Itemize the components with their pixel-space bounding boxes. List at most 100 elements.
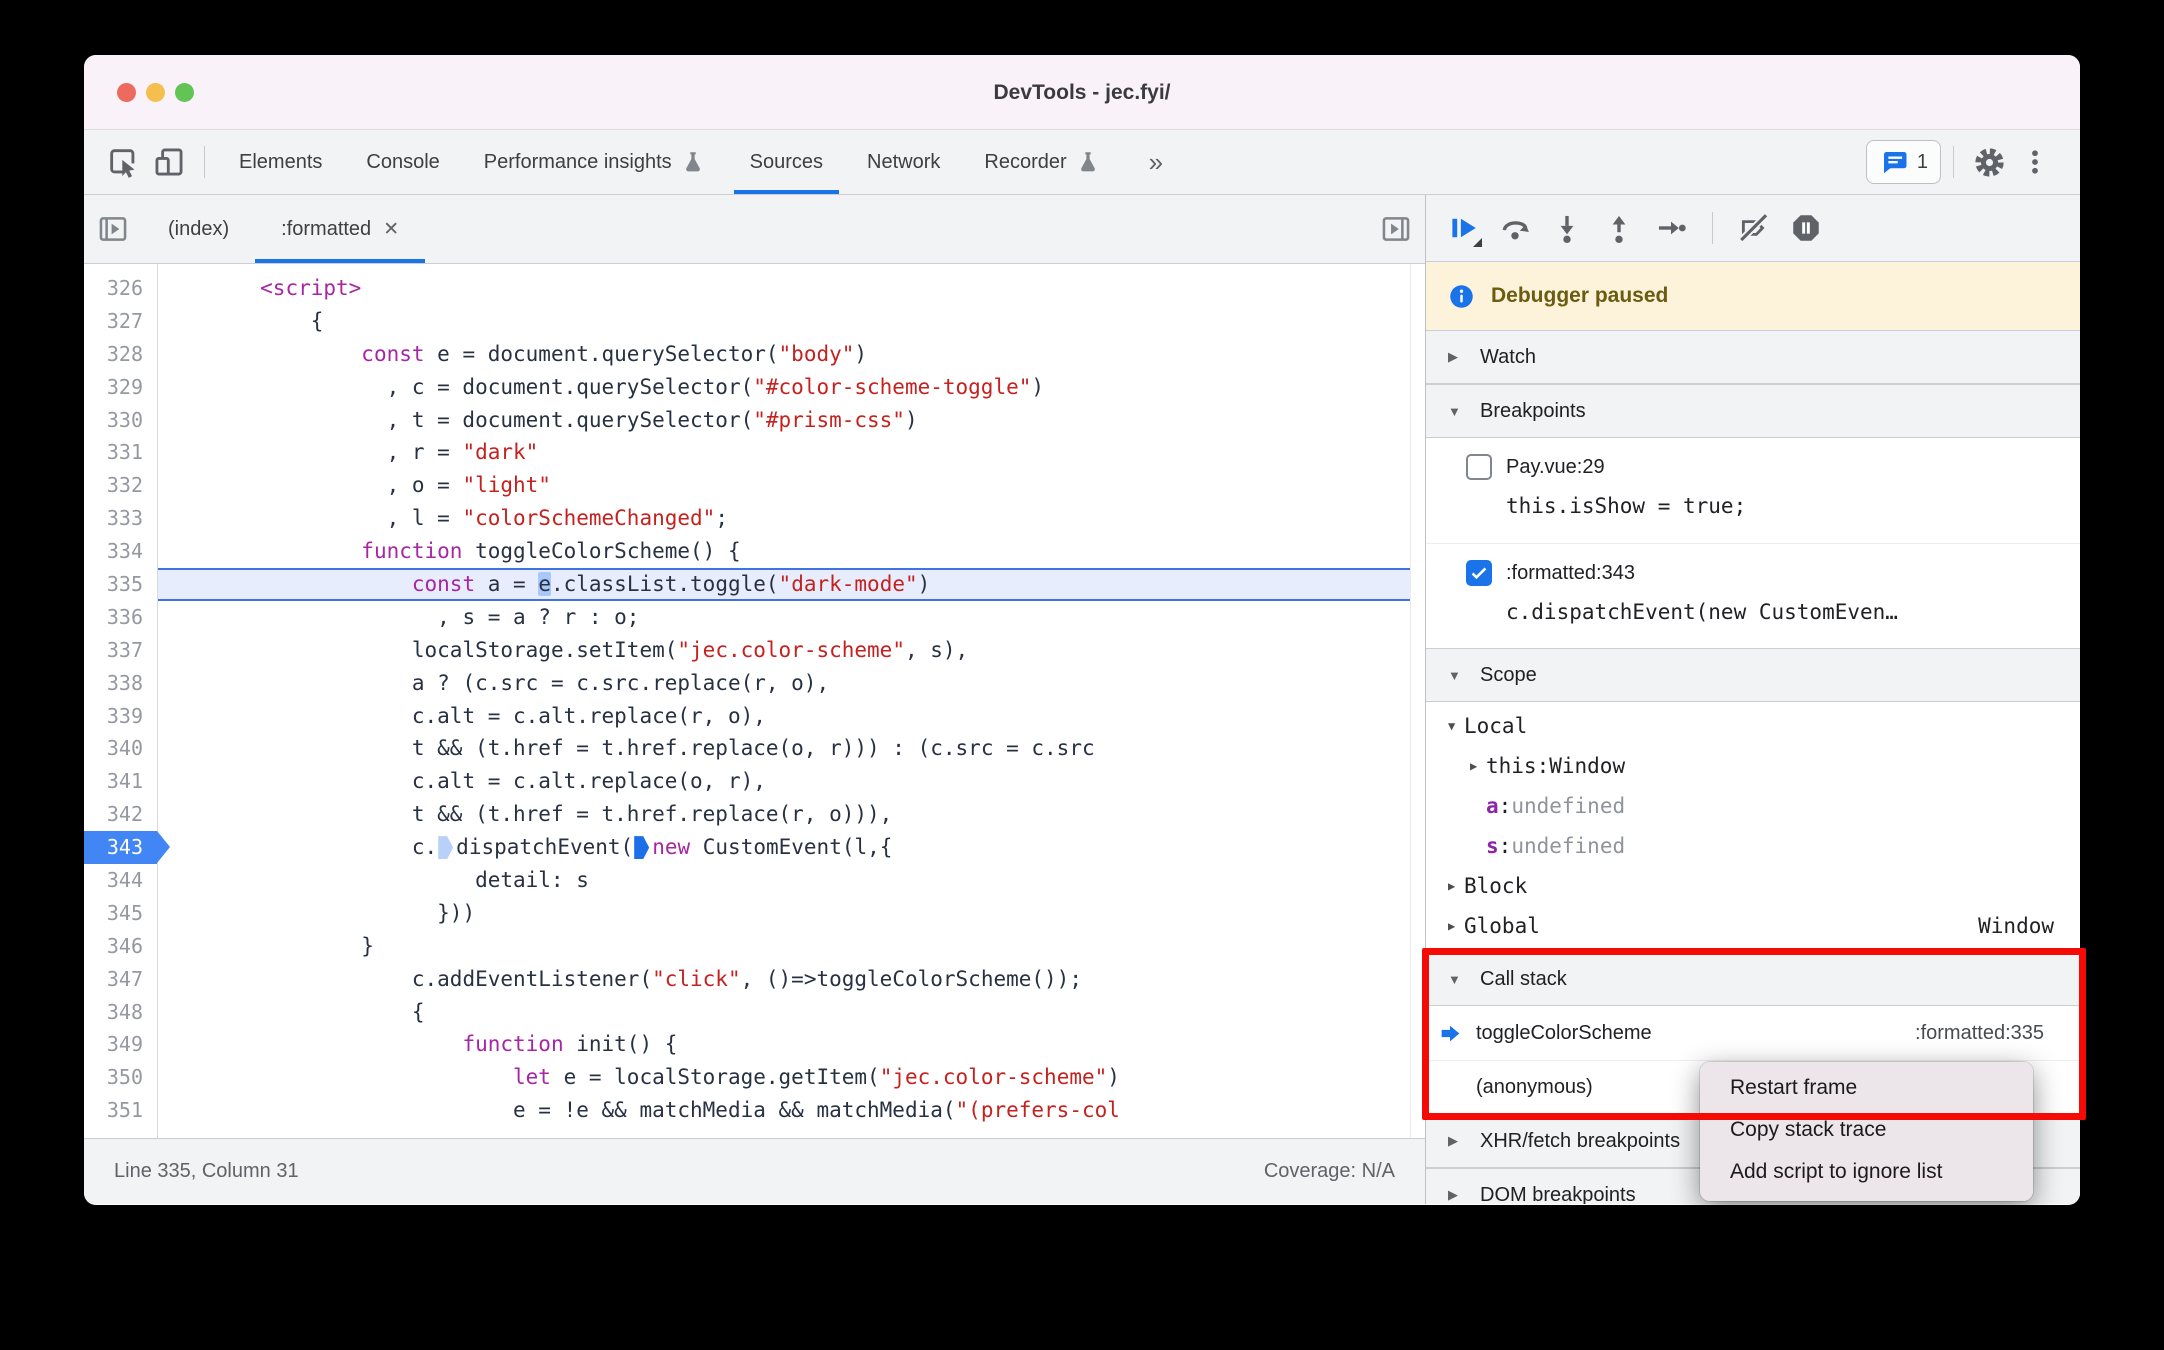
section-scope[interactable]: ▼ Scope <box>1426 648 2080 702</box>
section-watch[interactable]: ▶ Watch <box>1426 330 2080 384</box>
line-number[interactable]: 350 <box>84 1061 157 1094</box>
more-tabs-button[interactable]: » <box>1123 147 1189 178</box>
line-number[interactable]: 346 <box>84 930 157 963</box>
active-step-location-marker-icon[interactable] <box>634 836 650 860</box>
line-number[interactable]: 334 <box>84 535 157 568</box>
code-line-341: 341 c.alt = c.alt.replace(o, r), <box>84 765 1410 798</box>
code-line-351: 351 e = !e && matchMedia && matchMedia("… <box>84 1094 1410 1127</box>
line-number[interactable]: 344 <box>84 864 157 897</box>
menu-item-restart-frame[interactable]: Restart frame <box>1700 1067 2033 1109</box>
line-number[interactable]: 345 <box>84 897 157 930</box>
scope-row-s[interactable]: s: undefined <box>1426 826 2080 866</box>
line-number[interactable]: 331 <box>84 436 157 469</box>
pause-on-exceptions-button[interactable] <box>1783 205 1829 251</box>
tab-recorder[interactable]: Recorder <box>962 130 1122 194</box>
line-number[interactable]: 330 <box>84 404 157 437</box>
close-tab-icon[interactable]: ✕ <box>383 218 399 241</box>
breakpoint-checkbox[interactable] <box>1466 560 1492 586</box>
section-breakpoints[interactable]: ▼ Breakpoints <box>1426 384 2080 438</box>
chevron-down-icon: ▼ <box>1448 667 1461 683</box>
section-label: Breakpoints <box>1480 399 1586 422</box>
line-number[interactable]: 326 <box>84 272 157 305</box>
step-icon <box>1658 221 1686 235</box>
toggle-debugger-sidebar-button[interactable] <box>1367 195 1425 263</box>
settings-button[interactable] <box>1966 139 2012 185</box>
menu-item-copy-stack-trace[interactable]: Copy stack trace <box>1700 1109 2033 1151</box>
devtools-window: DevTools - jec.fyi/ Elements Console Perfo… <box>84 55 2080 1205</box>
file-tab-index[interactable]: (index) <box>142 195 255 263</box>
code-lines: 326 <script> 327 {328 const e = document.… <box>84 264 1410 1138</box>
tab-elements[interactable]: Elements <box>217 130 344 194</box>
scope-row-a[interactable]: a: undefined <box>1426 786 2080 826</box>
tab-performance-insights[interactable]: Performance insights <box>462 130 728 194</box>
line-number[interactable]: 333 <box>84 502 157 535</box>
scope-name: Local <box>1464 714 1528 738</box>
call-stack-frame[interactable]: toggleColorScheme:formatted:335 <box>1426 1006 2080 1060</box>
code-line-content: t && (t.href = t.href.replace(r, o))), <box>411 802 893 827</box>
line-number[interactable]: 342 <box>84 798 157 831</box>
toggle-navigator-sidebar-button[interactable] <box>84 195 142 263</box>
breakpoint-item[interactable]: Pay.vue:29 this.isShow = true; <box>1426 438 2080 543</box>
step-button[interactable] <box>1648 205 1694 251</box>
step-location-marker-icon[interactable] <box>438 836 454 860</box>
step-out-button[interactable] <box>1596 205 1642 251</box>
menu-item-add-script-to-ignore-list[interactable]: Add script to ignore list <box>1700 1151 2033 1193</box>
line-number[interactable]: 340 <box>84 732 157 765</box>
section-label: Call stack <box>1480 967 1567 990</box>
debugger-sidebar: Debugger paused ▶ Watch ▼ Breakpoints Pa… <box>1425 195 2080 1204</box>
code-line-344: 344 detail: s <box>84 864 1410 897</box>
line-number[interactable]: 347 <box>84 963 157 996</box>
line-number[interactable]: 351 <box>84 1094 157 1127</box>
scope-row-this[interactable]: ▶ this: Window <box>1426 746 2080 786</box>
frame-location[interactable]: :formatted:335 <box>1915 1022 2044 1045</box>
step-into-button[interactable] <box>1544 205 1590 251</box>
execution-line-badge[interactable]: 343 <box>84 831 170 865</box>
device-toolbar-button[interactable] <box>146 139 192 185</box>
resume-script-button[interactable] <box>1440 205 1486 251</box>
tab-sources[interactable]: Sources <box>728 130 845 194</box>
line-number[interactable]: 339 <box>84 700 157 733</box>
code-line-content: { <box>411 999 425 1024</box>
line-number[interactable]: 336 <box>84 601 157 634</box>
line-number[interactable]: 348 <box>84 996 157 1029</box>
chevron-right-icon[interactable]: ▶ <box>1448 919 1464 933</box>
code-line-329: 329 , c = document.querySelector("#color… <box>84 371 1410 404</box>
code-line-content: const a = e.classList.toggle("dark-mode"… <box>157 568 1410 601</box>
line-number[interactable]: 328 <box>84 338 157 371</box>
editor-scrollbar[interactable] <box>1410 264 1425 1138</box>
code-line-content: , s = a ? r : o; <box>437 604 640 629</box>
pause-on-exceptions-icon <box>1793 215 1819 241</box>
line-number[interactable]: 335 <box>84 568 157 601</box>
inspect-element-button[interactable] <box>100 139 146 185</box>
code-editor[interactable]: 326 <script> 327 {328 const e = document.… <box>84 264 1425 1138</box>
line-number[interactable]: 332 <box>84 469 157 502</box>
line-number[interactable]: 341 <box>84 765 157 798</box>
scope-row-local[interactable]: ▼ Local <box>1426 706 2080 746</box>
tab-console[interactable]: Console <box>344 130 461 194</box>
line-number[interactable]: 337 <box>84 634 157 667</box>
scope-row-block[interactable]: ▶ Block <box>1426 866 2080 906</box>
section-call-stack[interactable]: ▼ Call stack <box>1426 952 2080 1006</box>
chevron-down-icon[interactable]: ▼ <box>1448 719 1464 733</box>
code-line-349: 349 function init() { <box>84 1028 1410 1061</box>
breakpoint-checkbox[interactable] <box>1466 454 1492 480</box>
scope-value: undefined <box>1511 834 1626 858</box>
file-tab-formatted[interactable]: :formatted ✕ <box>255 195 425 263</box>
code-line-content: a ? (c.src = c.src.replace(r, o), <box>411 670 830 695</box>
step-over-button[interactable] <box>1492 205 1538 251</box>
tab-network[interactable]: Network <box>845 130 962 194</box>
line-number[interactable]: 327 <box>84 305 157 338</box>
chevron-right-icon[interactable]: ▶ <box>1448 879 1464 893</box>
issues-chat-button[interactable]: 1 <box>1865 140 1941 184</box>
line-number[interactable]: 338 <box>84 667 157 700</box>
scope-row-global[interactable]: ▶ Global Window <box>1426 906 2080 946</box>
code-line-content: c.alt = c.alt.replace(o, r), <box>411 769 766 794</box>
scope-name: this <box>1486 754 1537 778</box>
line-number[interactable]: 329 <box>84 371 157 404</box>
breakpoint-item[interactable]: :formatted:343 c.dispatchEvent(new Custom… <box>1426 543 2080 648</box>
line-number[interactable]: 349 <box>84 1028 157 1061</box>
chevron-right-icon[interactable]: ▶ <box>1470 759 1486 773</box>
customize-devtools-button[interactable] <box>2012 139 2058 185</box>
deactivate-breakpoints-button[interactable] <box>1731 205 1777 251</box>
chevron-right-icon: ▶ <box>1448 349 1458 364</box>
